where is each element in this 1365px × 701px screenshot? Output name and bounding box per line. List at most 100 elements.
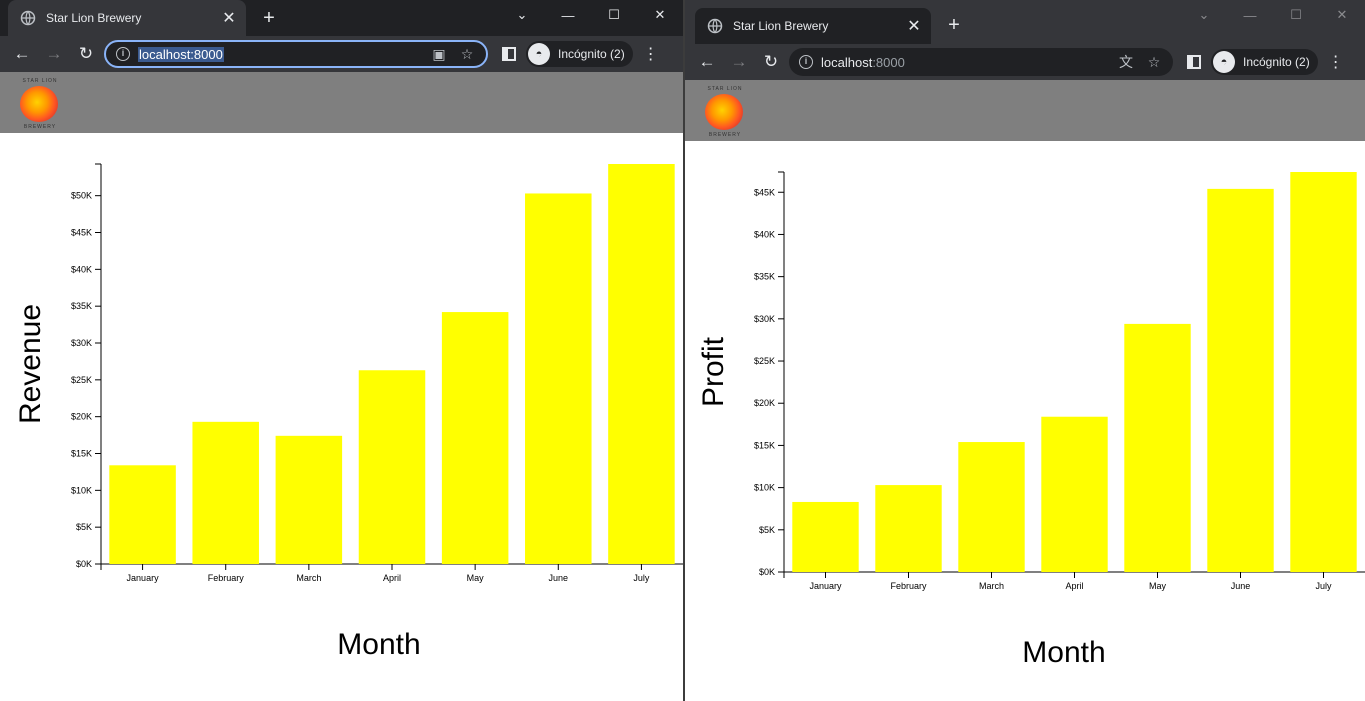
y-tick-label: $40K	[754, 229, 775, 239]
info-icon[interactable]: i	[116, 47, 130, 61]
tab-star-lion-brewery[interactable]: Star Lion Brewery ✕	[8, 0, 246, 36]
brewery-logo[interactable]: STAR LION BREWERY	[701, 86, 749, 138]
side-panel-icon[interactable]	[502, 47, 516, 61]
lion-logo-icon	[705, 94, 743, 130]
tab-close-icon[interactable]: ✕	[218, 8, 240, 28]
x-tick-label: June	[1231, 581, 1251, 591]
close-window-icon[interactable]: ✕	[1319, 0, 1365, 30]
logo-top-text: STAR LION	[22, 78, 58, 84]
y-tick-label: $10K	[71, 485, 92, 495]
arrow-left-icon[interactable]: ←	[691, 46, 723, 78]
side-panel-icon[interactable]	[1187, 55, 1201, 69]
kebab-menu-icon[interactable]: ⋮	[1324, 52, 1348, 72]
y-tick-label: $5K	[76, 522, 92, 532]
info-icon[interactable]: i	[799, 55, 813, 69]
minimize-icon[interactable]: —	[1227, 0, 1273, 30]
address-bar[interactable]: i localhost:8000 ▣ ☆	[104, 40, 488, 68]
x-tick-label: March	[979, 581, 1004, 591]
arrow-right-icon[interactable]: →	[723, 46, 755, 78]
x-tick-label: March	[296, 573, 321, 583]
y-tick-label: $30K	[71, 338, 92, 348]
y-tick-label: $25K	[71, 375, 92, 385]
tab-title: Star Lion Brewery	[46, 11, 142, 25]
bar-june	[1207, 188, 1274, 573]
reload-icon[interactable]: ↻	[70, 38, 102, 70]
bar-march	[958, 442, 1025, 572]
window-controls: ⌄ — ☐ ✕	[499, 0, 683, 30]
new-tab-icon[interactable]: +	[941, 12, 967, 38]
incognito-profile-button[interactable]: ◓ Incógnito (2)	[1211, 49, 1318, 75]
new-tab-icon[interactable]: +	[256, 5, 282, 31]
page-content: STAR LION BREWERY $0K $5K $10K $15K $20K $25K…	[685, 80, 1365, 701]
bar-february	[875, 485, 942, 572]
bar-march	[275, 435, 343, 564]
y-tick-label: $20K	[754, 398, 775, 408]
x-axis-title: Month	[1022, 636, 1105, 669]
bar-april	[358, 370, 426, 564]
browser-toolbar: ← → ↻ i localhost:8000 ⽂ ☆ ◓ Incógnito (…	[685, 44, 1365, 80]
profile-label: Incógnito (2)	[1243, 55, 1310, 69]
bar-june	[525, 193, 592, 564]
lion-logo-icon	[20, 86, 58, 122]
y-tick-label: $30K	[754, 314, 775, 324]
y-tick-label: $35K	[754, 272, 775, 282]
page-content: STAR LION BREWERY $0K $5K $10K $15K $20K $25K…	[0, 72, 683, 701]
x-tick-label: May	[467, 573, 485, 583]
y-tick-label: $50K	[71, 191, 92, 201]
brewery-logo[interactable]: STAR LION BREWERY	[16, 78, 64, 130]
tab-search-icon[interactable]: ⌄	[499, 0, 545, 30]
maximize-icon[interactable]: ☐	[591, 0, 637, 30]
y-tick-label: $15K	[71, 449, 92, 459]
reload-icon[interactable]: ↻	[755, 46, 787, 78]
tab-star-lion-brewery[interactable]: Star Lion Brewery ✕	[695, 8, 931, 44]
tab-close-icon[interactable]: ✕	[903, 16, 925, 36]
bar-january	[792, 501, 859, 572]
tab-strip: Star Lion Brewery ✕ + ⌄ — ☐ ✕	[0, 0, 683, 36]
url-host: localhost	[821, 54, 873, 70]
arrow-left-icon[interactable]: ←	[6, 38, 38, 70]
translate-icon[interactable]: ⽂	[1115, 52, 1137, 72]
profile-label: Incógnito (2)	[558, 47, 625, 61]
address-bar[interactable]: i localhost:8000 ⽂ ☆	[789, 48, 1173, 76]
arrow-right-icon[interactable]: →	[38, 38, 70, 70]
y-tick-label: $20K	[71, 412, 92, 422]
bar-february	[192, 421, 259, 564]
bar-july	[1290, 172, 1357, 572]
y-tick-label: $40K	[71, 264, 92, 274]
star-icon[interactable]: ☆	[1143, 54, 1165, 71]
tab-search-icon[interactable]: ⌄	[1181, 0, 1227, 30]
browser-window-profit: Star Lion Brewery ✕ + ⌄ — ☐ ✕ ← → ↻ i lo…	[685, 0, 1365, 701]
y-axis-title: Revenue	[14, 304, 47, 424]
x-axis-title: Month	[337, 628, 420, 661]
bar-july	[608, 164, 675, 564]
logo-bottom-text: BREWERY	[708, 132, 742, 138]
x-tick-label: July	[1315, 581, 1332, 591]
y-tick-label: $10K	[754, 483, 775, 493]
x-tick-label: January	[809, 581, 842, 591]
y-tick-label: $5K	[759, 525, 775, 535]
bar-april	[1041, 416, 1108, 572]
close-window-icon[interactable]: ✕	[637, 0, 683, 30]
x-tick-label: May	[1149, 581, 1167, 591]
site-header: STAR LION BREWERY	[0, 72, 683, 133]
kebab-menu-icon[interactable]: ⋮	[639, 44, 663, 64]
maximize-icon[interactable]: ☐	[1273, 0, 1319, 30]
globe-icon	[20, 10, 36, 26]
y-tick-label: $15K	[754, 440, 775, 450]
minimize-icon[interactable]: —	[545, 0, 591, 30]
x-tick-label: June	[549, 573, 569, 583]
x-tick-label: February	[208, 573, 245, 583]
profit-bar-chart: $0K $5K $10K $15K $20K $25K $30K $35K $40K $45K Ja…	[697, 171, 1365, 669]
y-tick-label: $35K	[71, 301, 92, 311]
x-tick-label: January	[127, 573, 160, 583]
qr-code-icon[interactable]: ▣	[428, 46, 450, 63]
y-tick-label: $25K	[754, 356, 775, 366]
revenue-bar-chart: $0K $5K $10K $15K $20K $25K $30K $35K $40K $45K $5…	[14, 163, 683, 661]
x-tick-label: April	[1065, 581, 1083, 591]
logo-bottom-text: BREWERY	[23, 124, 57, 130]
incognito-profile-button[interactable]: ◓ Incógnito (2)	[526, 41, 633, 67]
star-icon[interactable]: ☆	[456, 46, 478, 63]
browser-toolbar: ← → ↻ i localhost:8000 ▣ ☆ ◓ Incógnito (…	[0, 36, 683, 72]
url-text: localhost:8000	[138, 46, 224, 62]
logo-top-text: STAR LION	[707, 86, 743, 92]
